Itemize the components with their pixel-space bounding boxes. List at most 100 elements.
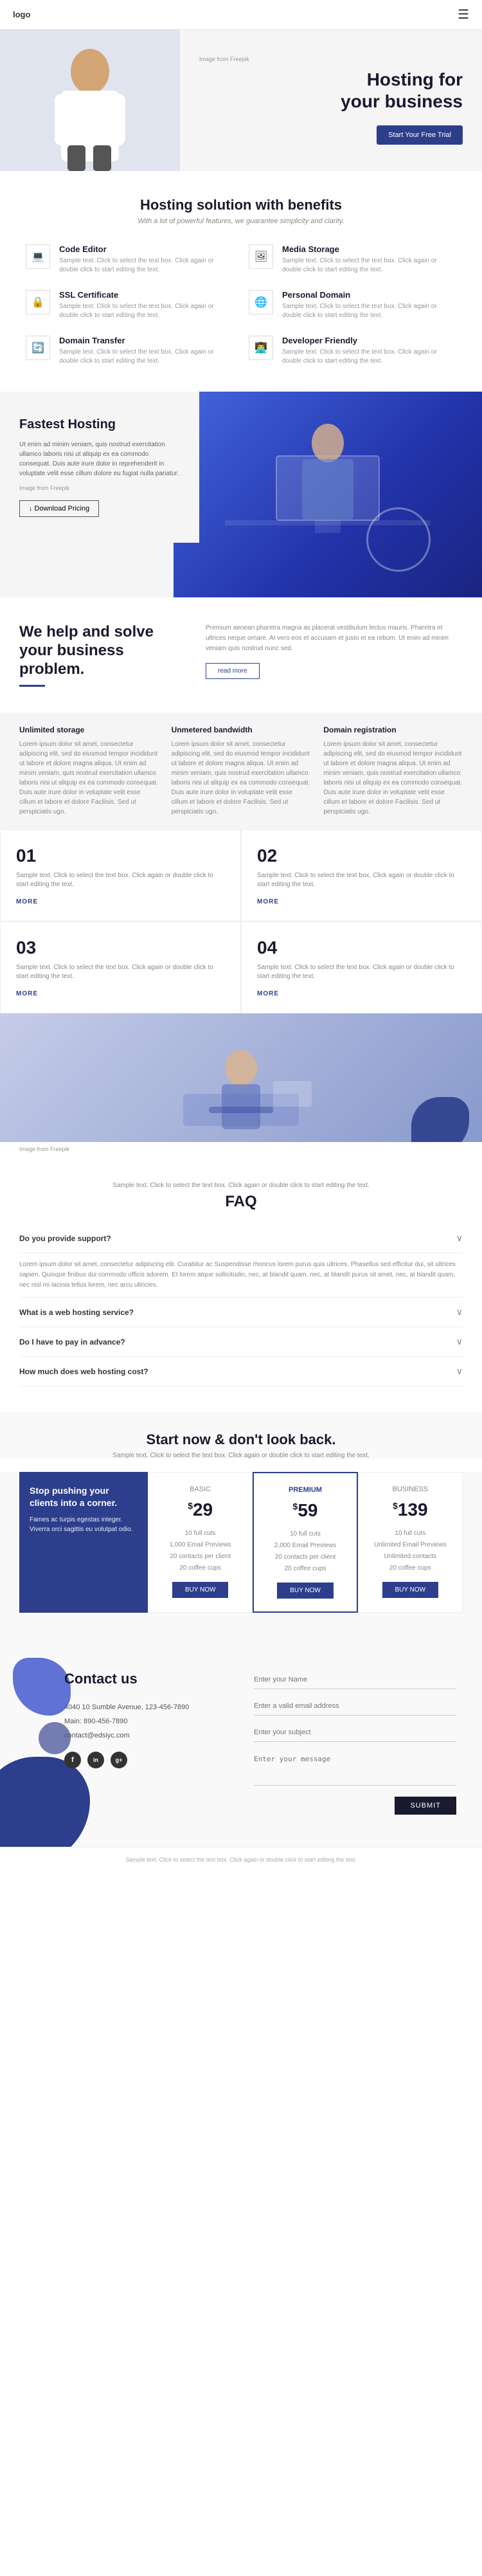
googleplus-icon[interactable]: g+	[111, 1752, 127, 1768]
num-more-4[interactable]: MORE	[257, 990, 279, 997]
num-text-2: Sample text. Click to select the text bo…	[257, 871, 466, 889]
plan-name-business: BUSINESS	[368, 1485, 453, 1493]
feature-title-5: Developer Friendly	[282, 336, 456, 345]
num-item-3: 03 Sample text. Click to select the text…	[0, 921, 241, 1013]
faq-item-3[interactable]: How much does web hosting cost? ∨	[19, 1357, 463, 1386]
read-more-button[interactable]: read more	[206, 663, 260, 679]
num-4-content: 04 Sample text. Click to select the text…	[241, 921, 482, 1013]
num-more-2[interactable]: MORE	[257, 898, 279, 905]
we-help-right: Premium aenean pharetra magna as placera…	[206, 623, 463, 679]
feature-title-2: SSL Certificate	[59, 290, 233, 300]
pricing-grid: Stop pushing your clients into a corner.…	[19, 1472, 463, 1613]
num-4: 04	[257, 938, 466, 958]
num-item-1: 01 Sample text. Click to select the text…	[0, 830, 241, 921]
fastest-bg-image	[174, 392, 482, 597]
hero-content: Image from Freepik Hosting for your busi…	[180, 30, 482, 171]
feature-text-0: Sample text. Click to select the text bo…	[59, 257, 233, 275]
navbar: logo ☰	[0, 0, 482, 30]
hosting-solution-section: Hosting solution with benefits With a lo…	[0, 171, 482, 392]
contact-submit-button[interactable]: SUBMIT	[395, 1797, 456, 1815]
feature-item-2: 🔒 SSL Certificate Sample text. Click to …	[26, 290, 233, 320]
num-text-4: Sample text. Click to select the text bo…	[257, 963, 466, 981]
feature-item-3: 🌐 Personal Domain Sample text. Click to …	[249, 290, 456, 320]
num-item-2: 02 Sample text. Click to select the text…	[241, 830, 482, 921]
faq-item-2[interactable]: Do I have to pay in advance? ∨	[19, 1327, 463, 1357]
numbered-section: 01 Sample text. Click to select the text…	[0, 830, 482, 1156]
hero-img-credit: Image from Freepik	[199, 56, 249, 62]
buy-now-business[interactable]: BUY NOW	[382, 1582, 439, 1598]
feature-text-3: Sample text. Click to select the text bo…	[282, 302, 456, 320]
faq-section: Sample text. Click to select the text bo…	[0, 1156, 482, 1412]
hero-section: Image from Freepik Hosting for your busi…	[0, 30, 482, 171]
feature-title-0: Code Editor	[59, 244, 233, 254]
footer-text: Sample text. Click to select the text bo…	[125, 1856, 357, 1863]
fastest-title: Fastest Hosting	[19, 417, 180, 432]
col-item-0: Unlimited storage Lorem ipsum dolor sit …	[19, 725, 159, 817]
contact-email-input[interactable]	[254, 1697, 456, 1716]
fastest-hosting-section: Fastest Hosting Ut enim ad minim veniam,…	[0, 392, 482, 597]
contact-name-input[interactable]	[254, 1671, 456, 1689]
facebook-icon[interactable]: f	[64, 1752, 81, 1768]
contact-title: Contact us	[64, 1671, 228, 1687]
hero-cta-button[interactable]: Start Your Free Trial	[377, 125, 463, 145]
pricing-section: Stop pushing your clients into a corner.…	[0, 1472, 482, 1638]
contact-address: 4040 10 Sumble Avenue, 123-456-7890 Main…	[64, 1700, 228, 1743]
chevron-down-icon-0: ∨	[456, 1233, 463, 1244]
pricing-card-premium: PREMIUM $59 10 full cuts 2,000 Email Pre…	[253, 1472, 357, 1613]
features-grid: 💻 Code Editor Sample text. Click to sele…	[26, 244, 456, 366]
hero-person-area	[0, 30, 180, 171]
feature-icon-4: 🔄	[26, 336, 50, 360]
menu-icon[interactable]: ☰	[458, 6, 469, 23]
faq-item-0[interactable]: Do you provide support? ∨	[19, 1224, 463, 1253]
num-text-3: Sample text. Click to select the text bo…	[16, 963, 225, 981]
num-image-placeholder	[0, 1013, 482, 1142]
num-text-1: Sample text. Click to select the text bo…	[16, 871, 225, 889]
faq-title: FAQ	[19, 1193, 463, 1211]
feature-icon-1: 🖼	[249, 244, 273, 269]
three-cols-section: Unlimited storage Lorem ipsum dolor sit …	[0, 712, 482, 830]
faq-item-1[interactable]: What is a web hosting service? ∨	[19, 1298, 463, 1327]
feature-title-3: Personal Domain	[282, 290, 456, 300]
num-3: 03	[16, 938, 225, 958]
fastest-content: Fastest Hosting Ut enim ad minim veniam,…	[0, 392, 199, 543]
plan-name-basic: BASIC	[157, 1485, 243, 1493]
chevron-down-icon-3: ∨	[456, 1366, 463, 1377]
hosting-solution-title: Hosting solution with benefits	[26, 197, 456, 213]
feature-text-4: Sample text. Click to select the text bo…	[59, 348, 233, 366]
contact-message-input[interactable]	[254, 1750, 456, 1786]
col-item-2: Domain registration Lorem ipsum dolor si…	[323, 725, 463, 817]
pricing-card-basic: BASIC $29 10 full cuts 1,000 Email Previ…	[148, 1472, 253, 1613]
plan-price-basic: $29	[157, 1500, 243, 1520]
faq-question-2: Do I have to pay in advance?	[19, 1338, 125, 1347]
feature-icon-2: 🔒	[26, 290, 50, 314]
faq-answer-0: Lorem ipsum dolor sit amet, consectetur …	[19, 1253, 463, 1298]
num-more-1[interactable]: MORE	[16, 898, 38, 905]
pricing-card-business: BUSINESS $139 10 full cuts Unlimited Ema…	[358, 1472, 463, 1613]
num-more-3[interactable]: MORE	[16, 990, 38, 997]
contact-info: Contact us 4040 10 Sumble Avenue, 123-45…	[26, 1671, 228, 1815]
we-help-left: We help and solve your business problem.	[19, 623, 186, 687]
plan-features-basic: 10 full cuts 1,000 Email Previews 20 con…	[157, 1528, 243, 1574]
feature-item-5: 👨‍💻 Developer Friendly Sample text. Clic…	[249, 336, 456, 366]
feature-text-5: Sample text. Click to select the text bo…	[282, 348, 456, 366]
start-now-section: Start now & don't look back. Sample text…	[0, 1412, 482, 1459]
contact-subject-input[interactable]	[254, 1723, 456, 1742]
faq-question-0: Do you provide support?	[19, 1234, 111, 1243]
start-now-title: Start now & don't look back.	[19, 1431, 463, 1448]
faq-label: Sample text. Click to select the text bo…	[19, 1182, 463, 1189]
start-now-subtitle: Sample text. Click to select the text bo…	[19, 1452, 463, 1459]
feature-item-4: 🔄 Domain Transfer Sample text. Click to …	[26, 336, 233, 366]
download-pricing-button[interactable]: ↓ Download Pricing	[19, 500, 99, 517]
feature-text-1: Sample text. Click to select the text bo…	[282, 257, 456, 275]
hero-person-illustration	[19, 36, 161, 171]
plan-features-business: 10 full cuts Unlimited Email Previews Un…	[368, 1528, 453, 1574]
feature-title-1: Media Storage	[282, 244, 456, 254]
contact-form: SUBMIT	[254, 1671, 456, 1815]
col-title-0: Unlimited storage	[19, 725, 159, 734]
buy-now-basic[interactable]: BUY NOW	[172, 1582, 229, 1598]
col-text-2: Lorem ipsum dolor sit amet, consectetur …	[323, 739, 463, 817]
buy-now-premium[interactable]: BUY NOW	[277, 1583, 334, 1599]
chevron-down-icon-1: ∨	[456, 1307, 463, 1318]
num-image-area	[0, 1013, 482, 1142]
linkedin-icon[interactable]: in	[87, 1752, 104, 1768]
